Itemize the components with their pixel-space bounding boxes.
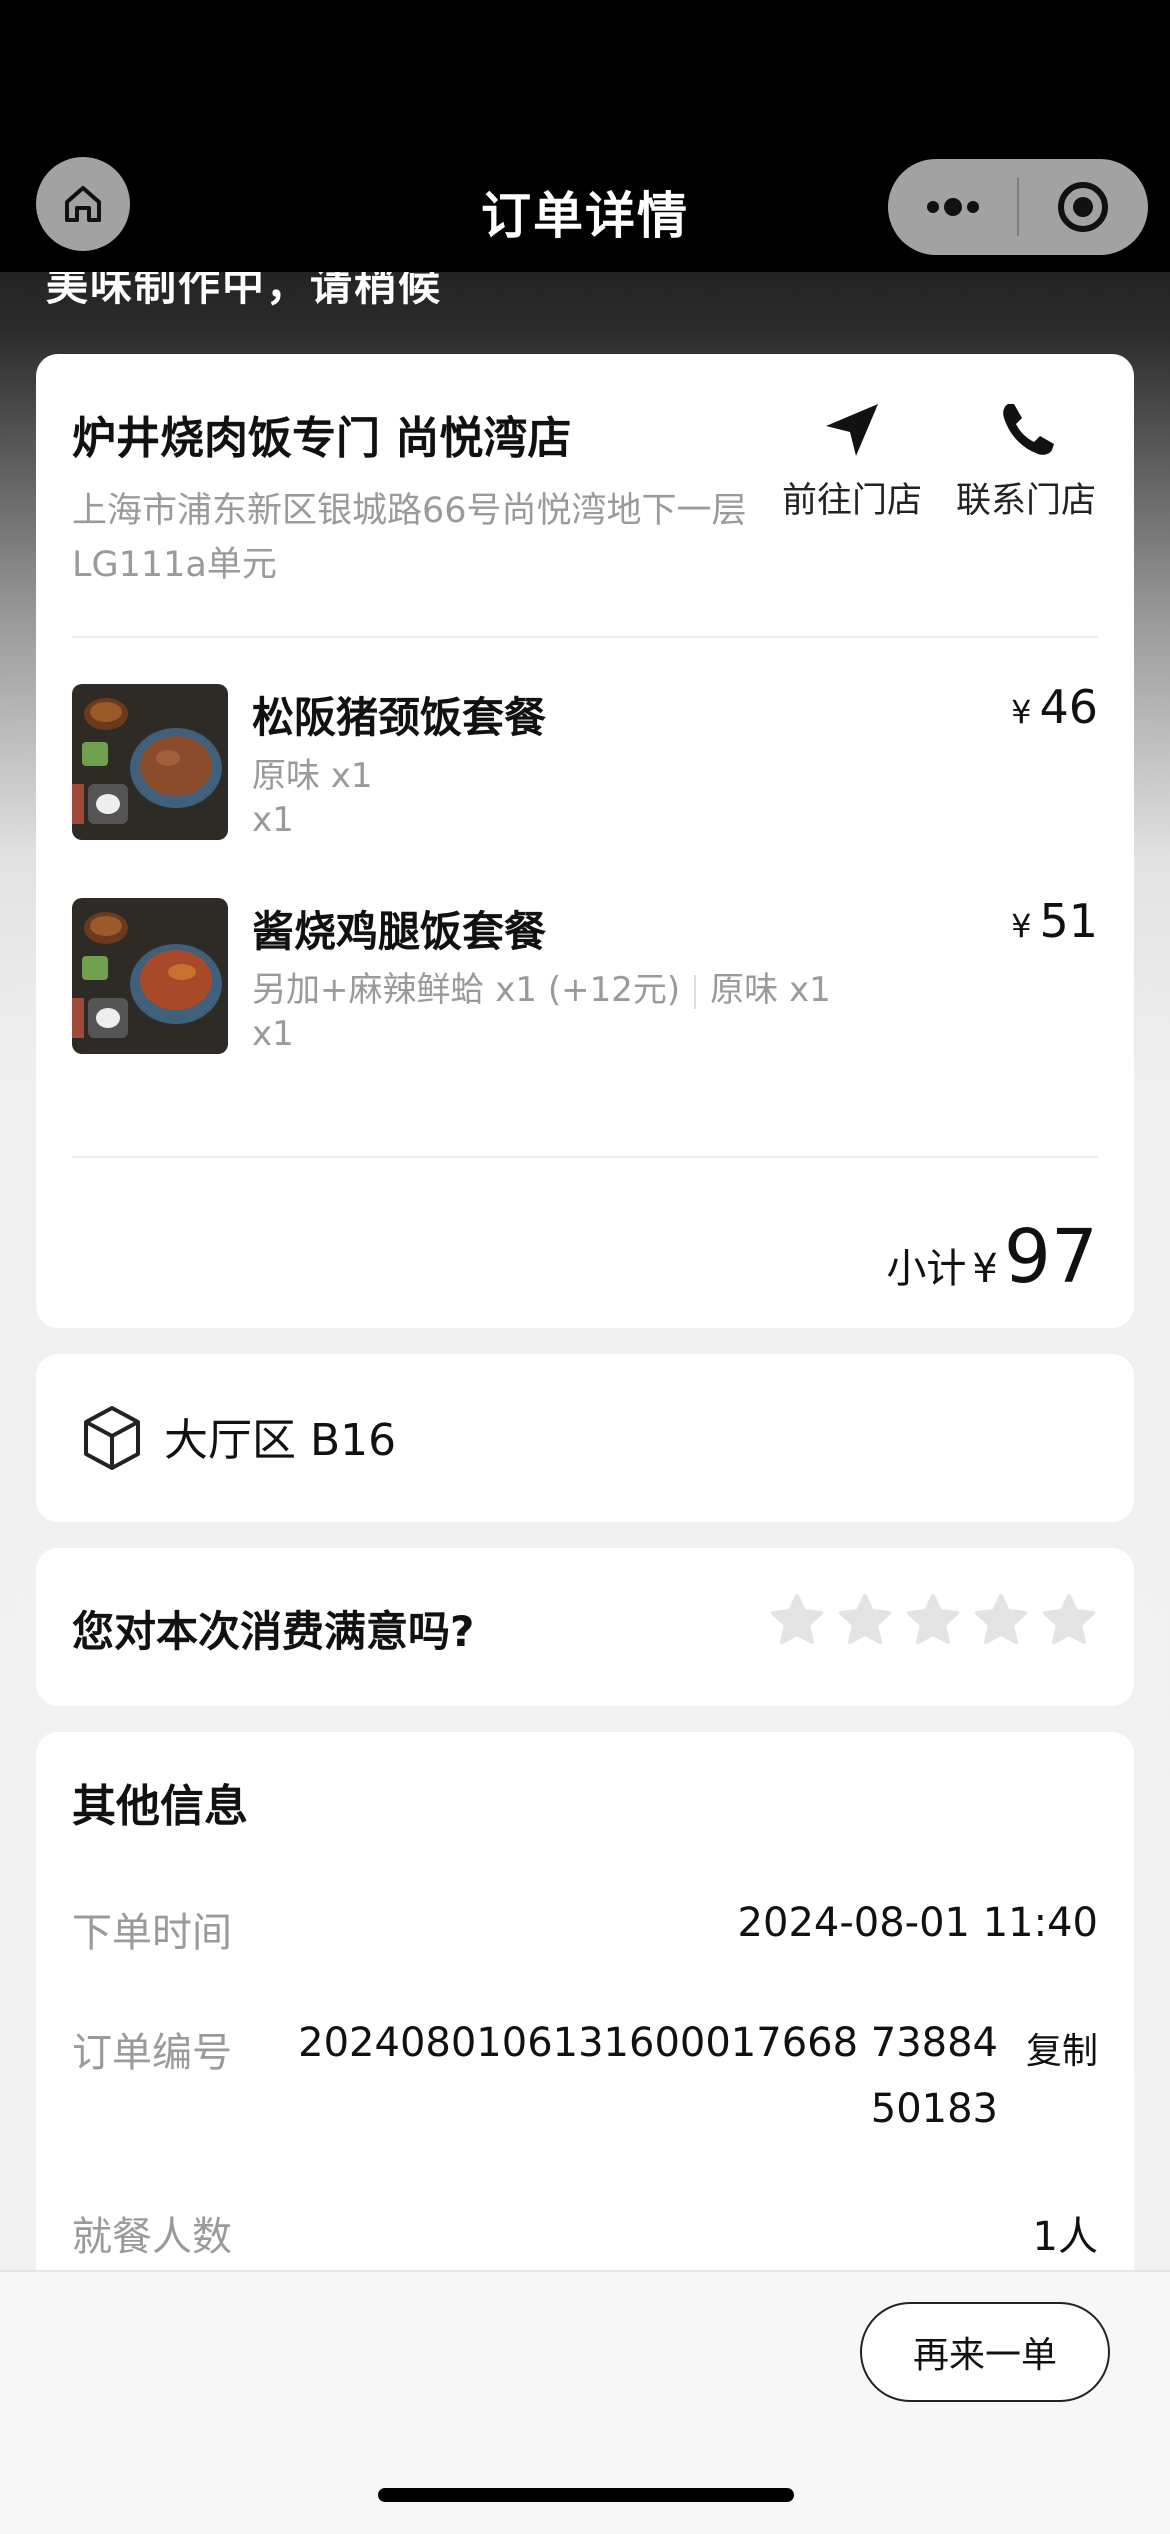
currency-symbol: ¥ — [1011, 693, 1032, 731]
more-button[interactable] — [888, 159, 1017, 255]
item-option-flavor: 原味 x1 — [710, 970, 831, 1010]
item-price: ¥46 — [1011, 680, 1098, 734]
table-card: 大厅区 B16 — [36, 1354, 1134, 1522]
call-store-button[interactable]: 联系门店 — [946, 398, 1106, 523]
order-time-label: 下单时间 — [72, 1910, 232, 1956]
target-icon — [1058, 182, 1109, 232]
divider — [72, 636, 1098, 638]
item-options: 原味 x1 — [252, 756, 373, 796]
close-miniapp-button[interactable] — [1019, 159, 1148, 255]
cube-icon — [84, 1406, 140, 1470]
item-quantity: x1 — [252, 1014, 294, 1054]
phone-icon — [1003, 404, 1054, 455]
copy-order-number-button[interactable]: 复制 — [1026, 2022, 1098, 2074]
subtotal-amount: 97 — [1003, 1214, 1098, 1300]
section-title: 其他信息 — [72, 1781, 248, 1832]
order-number-label: 订单编号 — [72, 2030, 232, 2076]
nav-bar: 订单详情 — [0, 0, 1170, 272]
star-rating — [768, 1592, 1098, 1650]
subtotal: 小计 ¥97 — [886, 1214, 1098, 1300]
item-image — [72, 898, 228, 1054]
diners-value: 1人 — [1032, 2214, 1098, 2260]
call-label: 联系门店 — [955, 481, 1096, 521]
divider — [72, 1156, 1098, 1158]
order-card: 炉井烧肉饭专门 尚悦湾店 上海市浦东新区银城路66号尚悦湾地下一层LG111a单… — [36, 354, 1134, 1328]
reorder-button[interactable]: 再来一单 — [860, 2302, 1110, 2402]
rating-question: 您对本次消费满意吗? — [72, 1607, 475, 1656]
subtotal-label: 小计 — [886, 1246, 967, 1292]
item-name: 酱烧鸡腿饭套餐 — [252, 907, 547, 956]
navigate-to-store-button[interactable]: 前往门店 — [772, 398, 932, 523]
star-icon[interactable] — [768, 1592, 826, 1650]
more-icon — [926, 198, 979, 216]
store-name: 炉井烧肉饭专门 尚悦湾店 — [72, 413, 572, 464]
other-info-card: 其他信息 下单时间 2024-08-01 11:40 订单编号 20240801… — [36, 1732, 1134, 2292]
item-option-extra: 另加+麻辣鲜蛤 x1 (+12元) — [252, 970, 681, 1010]
item-options: 另加+麻辣鲜蛤 x1 (+12元) 原味 x1 — [252, 962, 831, 1011]
miniapp-capsule — [888, 159, 1148, 255]
home-indicator — [378, 2488, 794, 2502]
item-name: 松阪猪颈饭套餐 — [252, 693, 547, 742]
item-price-value: 46 — [1039, 680, 1098, 734]
table-number: 大厅区 B16 — [164, 1415, 397, 1466]
item-image — [72, 684, 228, 840]
item-price: ¥51 — [1011, 894, 1098, 948]
order-number-value: 2024080106131600017668 7388450183 — [298, 2020, 998, 2132]
order-time-value: 2024-08-01 11:40 — [737, 1900, 1098, 1946]
item-quantity: x1 — [252, 800, 294, 840]
item-price-value: 51 — [1039, 894, 1098, 948]
navigation-arrow-icon — [826, 404, 878, 456]
star-icon[interactable] — [904, 1592, 962, 1650]
currency-symbol: ¥ — [972, 1246, 998, 1292]
store-address: 上海市浦东新区银城路66号尚悦湾地下一层LG111a单元 — [72, 491, 747, 585]
star-icon[interactable] — [836, 1592, 894, 1650]
navigate-label: 前往门店 — [781, 481, 922, 521]
diners-label: 就餐人数 — [72, 2214, 232, 2260]
star-icon[interactable] — [1040, 1592, 1098, 1650]
currency-symbol: ¥ — [1011, 907, 1032, 945]
option-separator — [694, 974, 697, 1009]
star-icon[interactable] — [972, 1592, 1030, 1650]
rating-card: 您对本次消费满意吗? — [36, 1548, 1134, 1706]
